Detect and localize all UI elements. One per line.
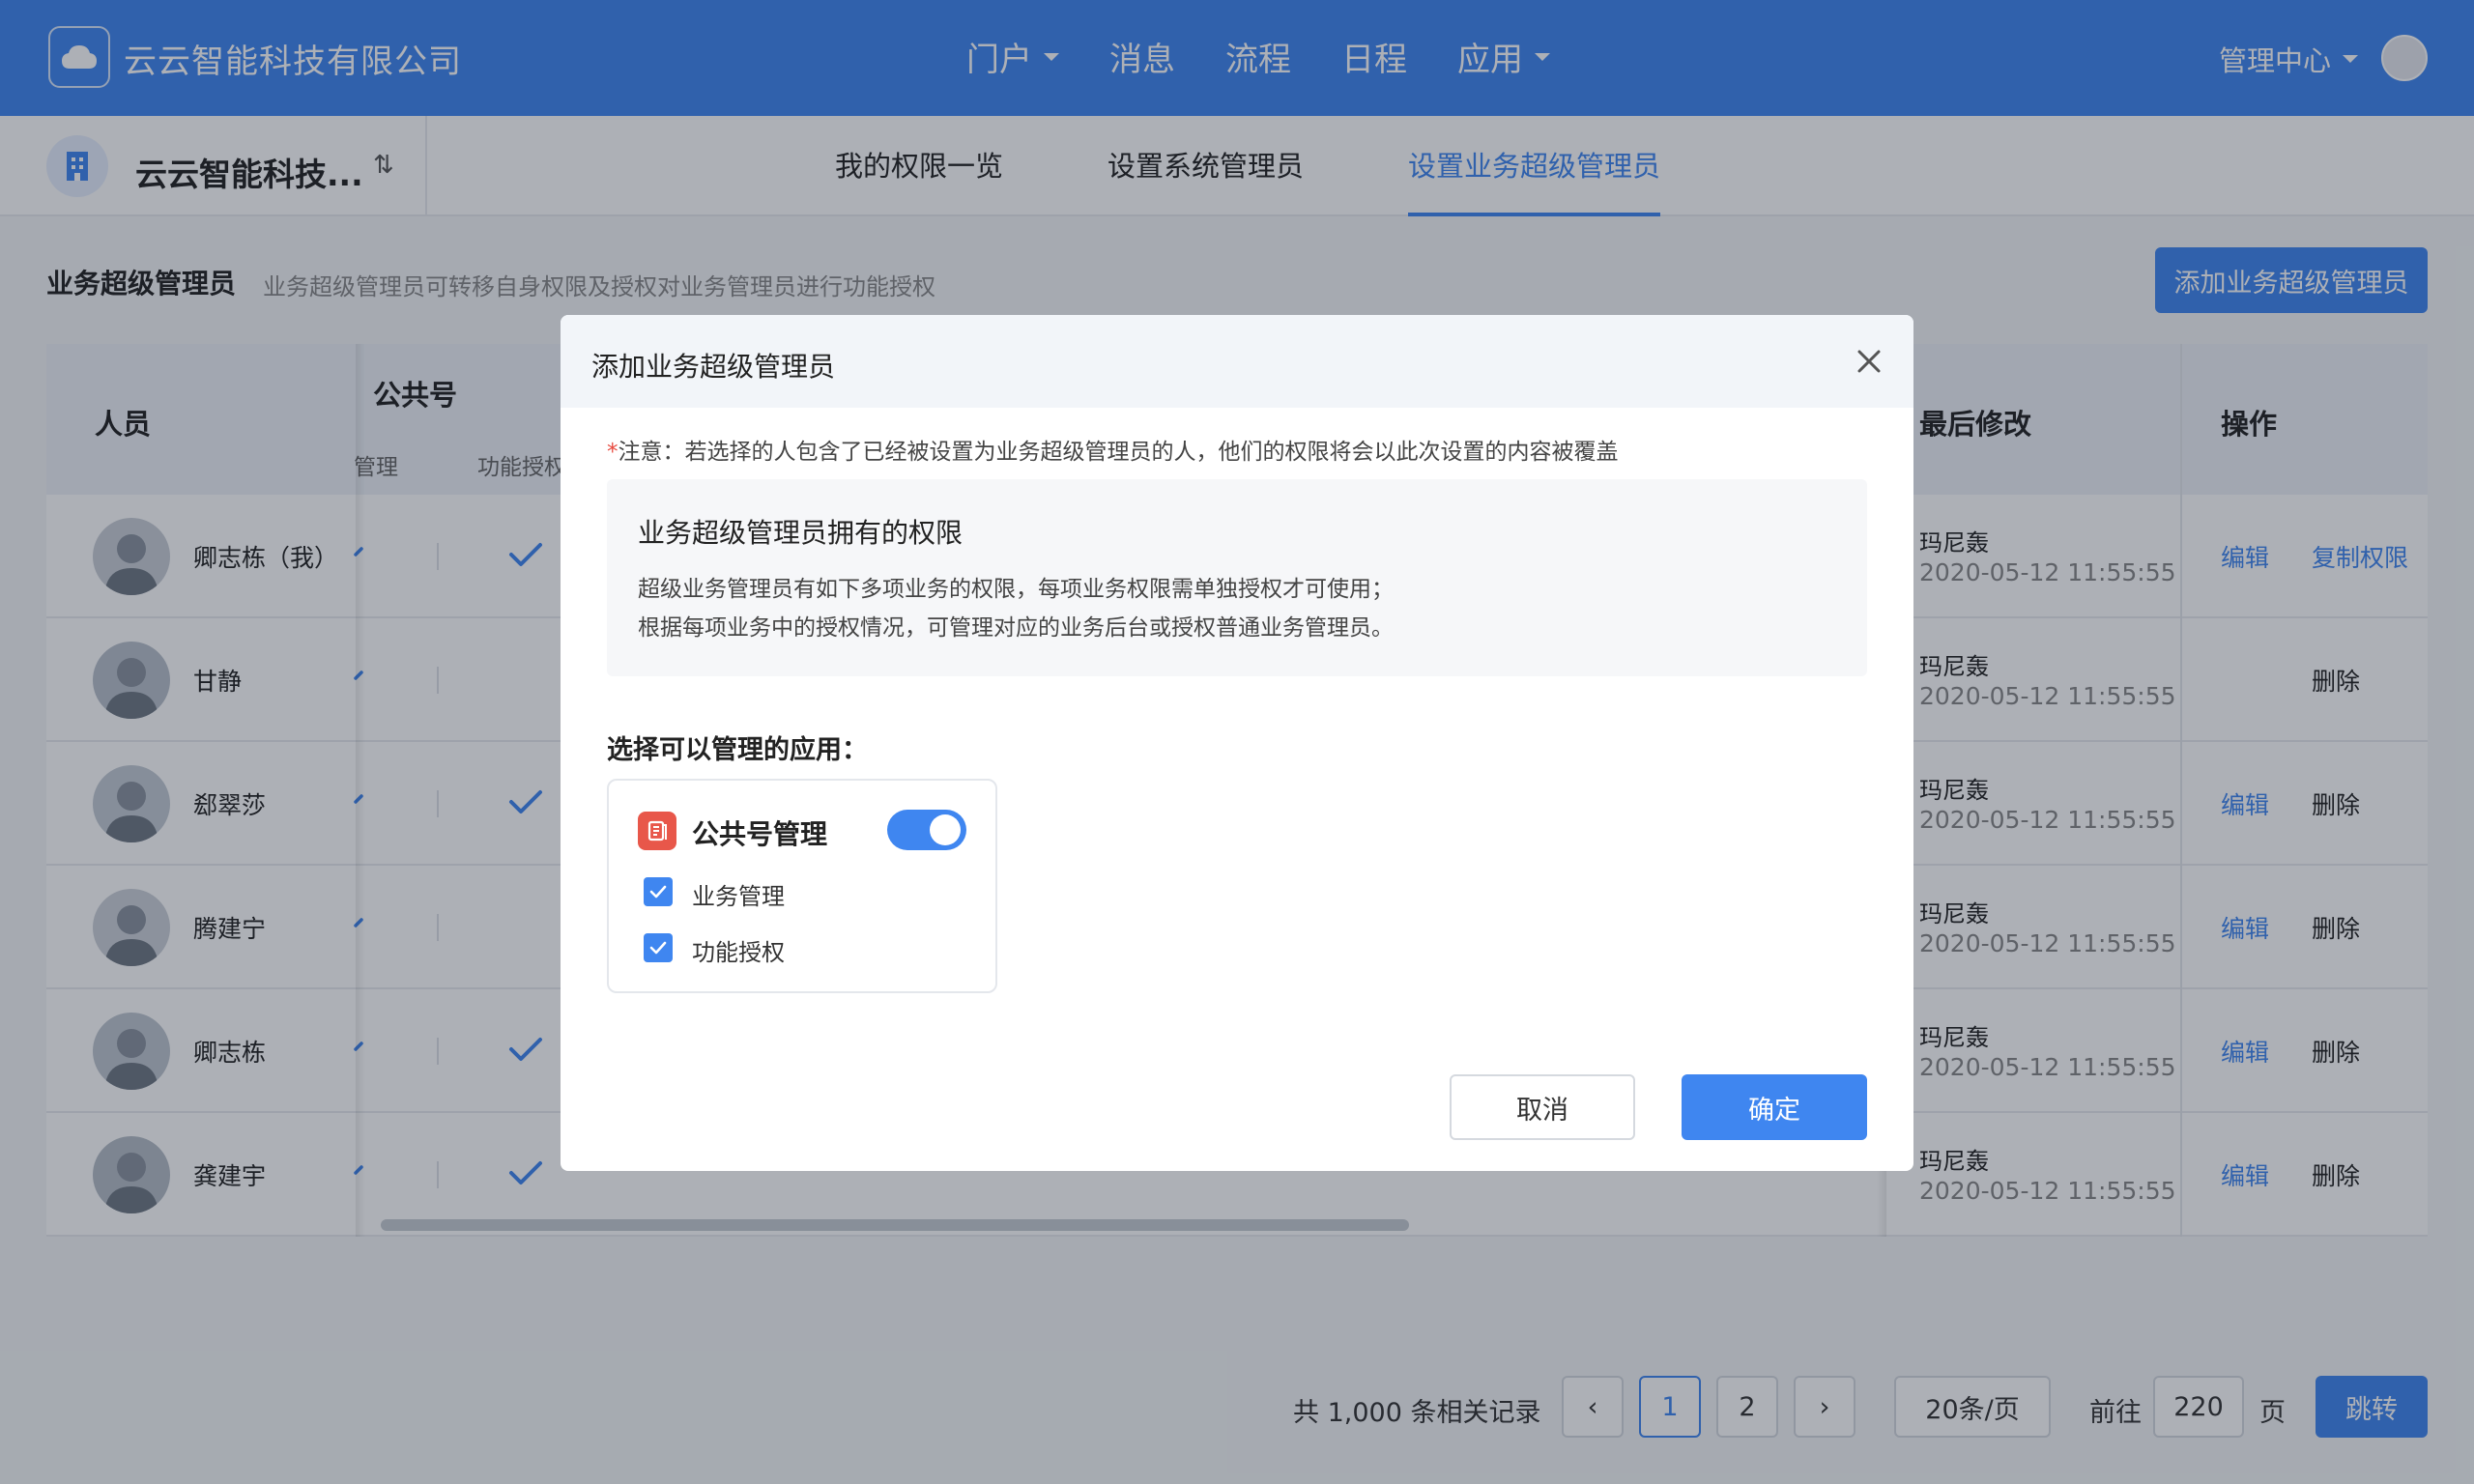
- function-auth-label: 功能授权: [692, 939, 785, 966]
- cancel-button[interactable]: 取消: [1450, 1074, 1635, 1140]
- business-manage-label: 业务管理: [692, 883, 785, 910]
- close-icon[interactable]: [1852, 344, 1886, 379]
- add-super-admin-dialog: 添加业务超级管理员 *注意：若选择的人包含了已经被设置为业务超级管理员的人，他们…: [561, 315, 1913, 1171]
- function-auth-checkbox[interactable]: [644, 933, 673, 962]
- app-card-public-account: 公共号管理 业务管理 功能授权: [607, 779, 997, 993]
- confirm-button[interactable]: 确定: [1682, 1074, 1867, 1140]
- overwrite-notice: *注意：若选择的人包含了已经被设置为业务超级管理员的人，他们的权限将会以此次设置…: [607, 433, 1619, 466]
- dialog-title: 添加业务超级管理员: [591, 351, 836, 383]
- app-name: 公共号管理: [692, 818, 828, 850]
- permission-info-line: 根据每项业务中的授权情况，可管理对应的业务后台或授权普通业务管理员。: [638, 615, 1394, 641]
- toggle-knob: [930, 814, 961, 845]
- required-star: *: [607, 440, 618, 465]
- choose-apps-label: 选择可以管理的应用：: [607, 735, 868, 765]
- permission-info-line: 超级业务管理员有如下多项业务的权限，每项业务权限需单独授权才可使用；: [638, 577, 1394, 602]
- permission-info-box: 业务超级管理员拥有的权限 超级业务管理员有如下多项业务的权限，每项业务权限需单独…: [607, 479, 1867, 676]
- public-account-app-icon: [638, 812, 676, 850]
- permission-info-title: 业务超级管理员拥有的权限: [638, 517, 964, 549]
- business-manage-checkbox[interactable]: [644, 877, 673, 906]
- notice-text: 注意：若选择的人包含了已经被设置为业务超级管理员的人，他们的权限将会以此次设置的…: [618, 440, 1619, 465]
- dialog-header: 添加业务超级管理员: [561, 315, 1913, 408]
- app-enable-toggle[interactable]: [887, 810, 966, 850]
